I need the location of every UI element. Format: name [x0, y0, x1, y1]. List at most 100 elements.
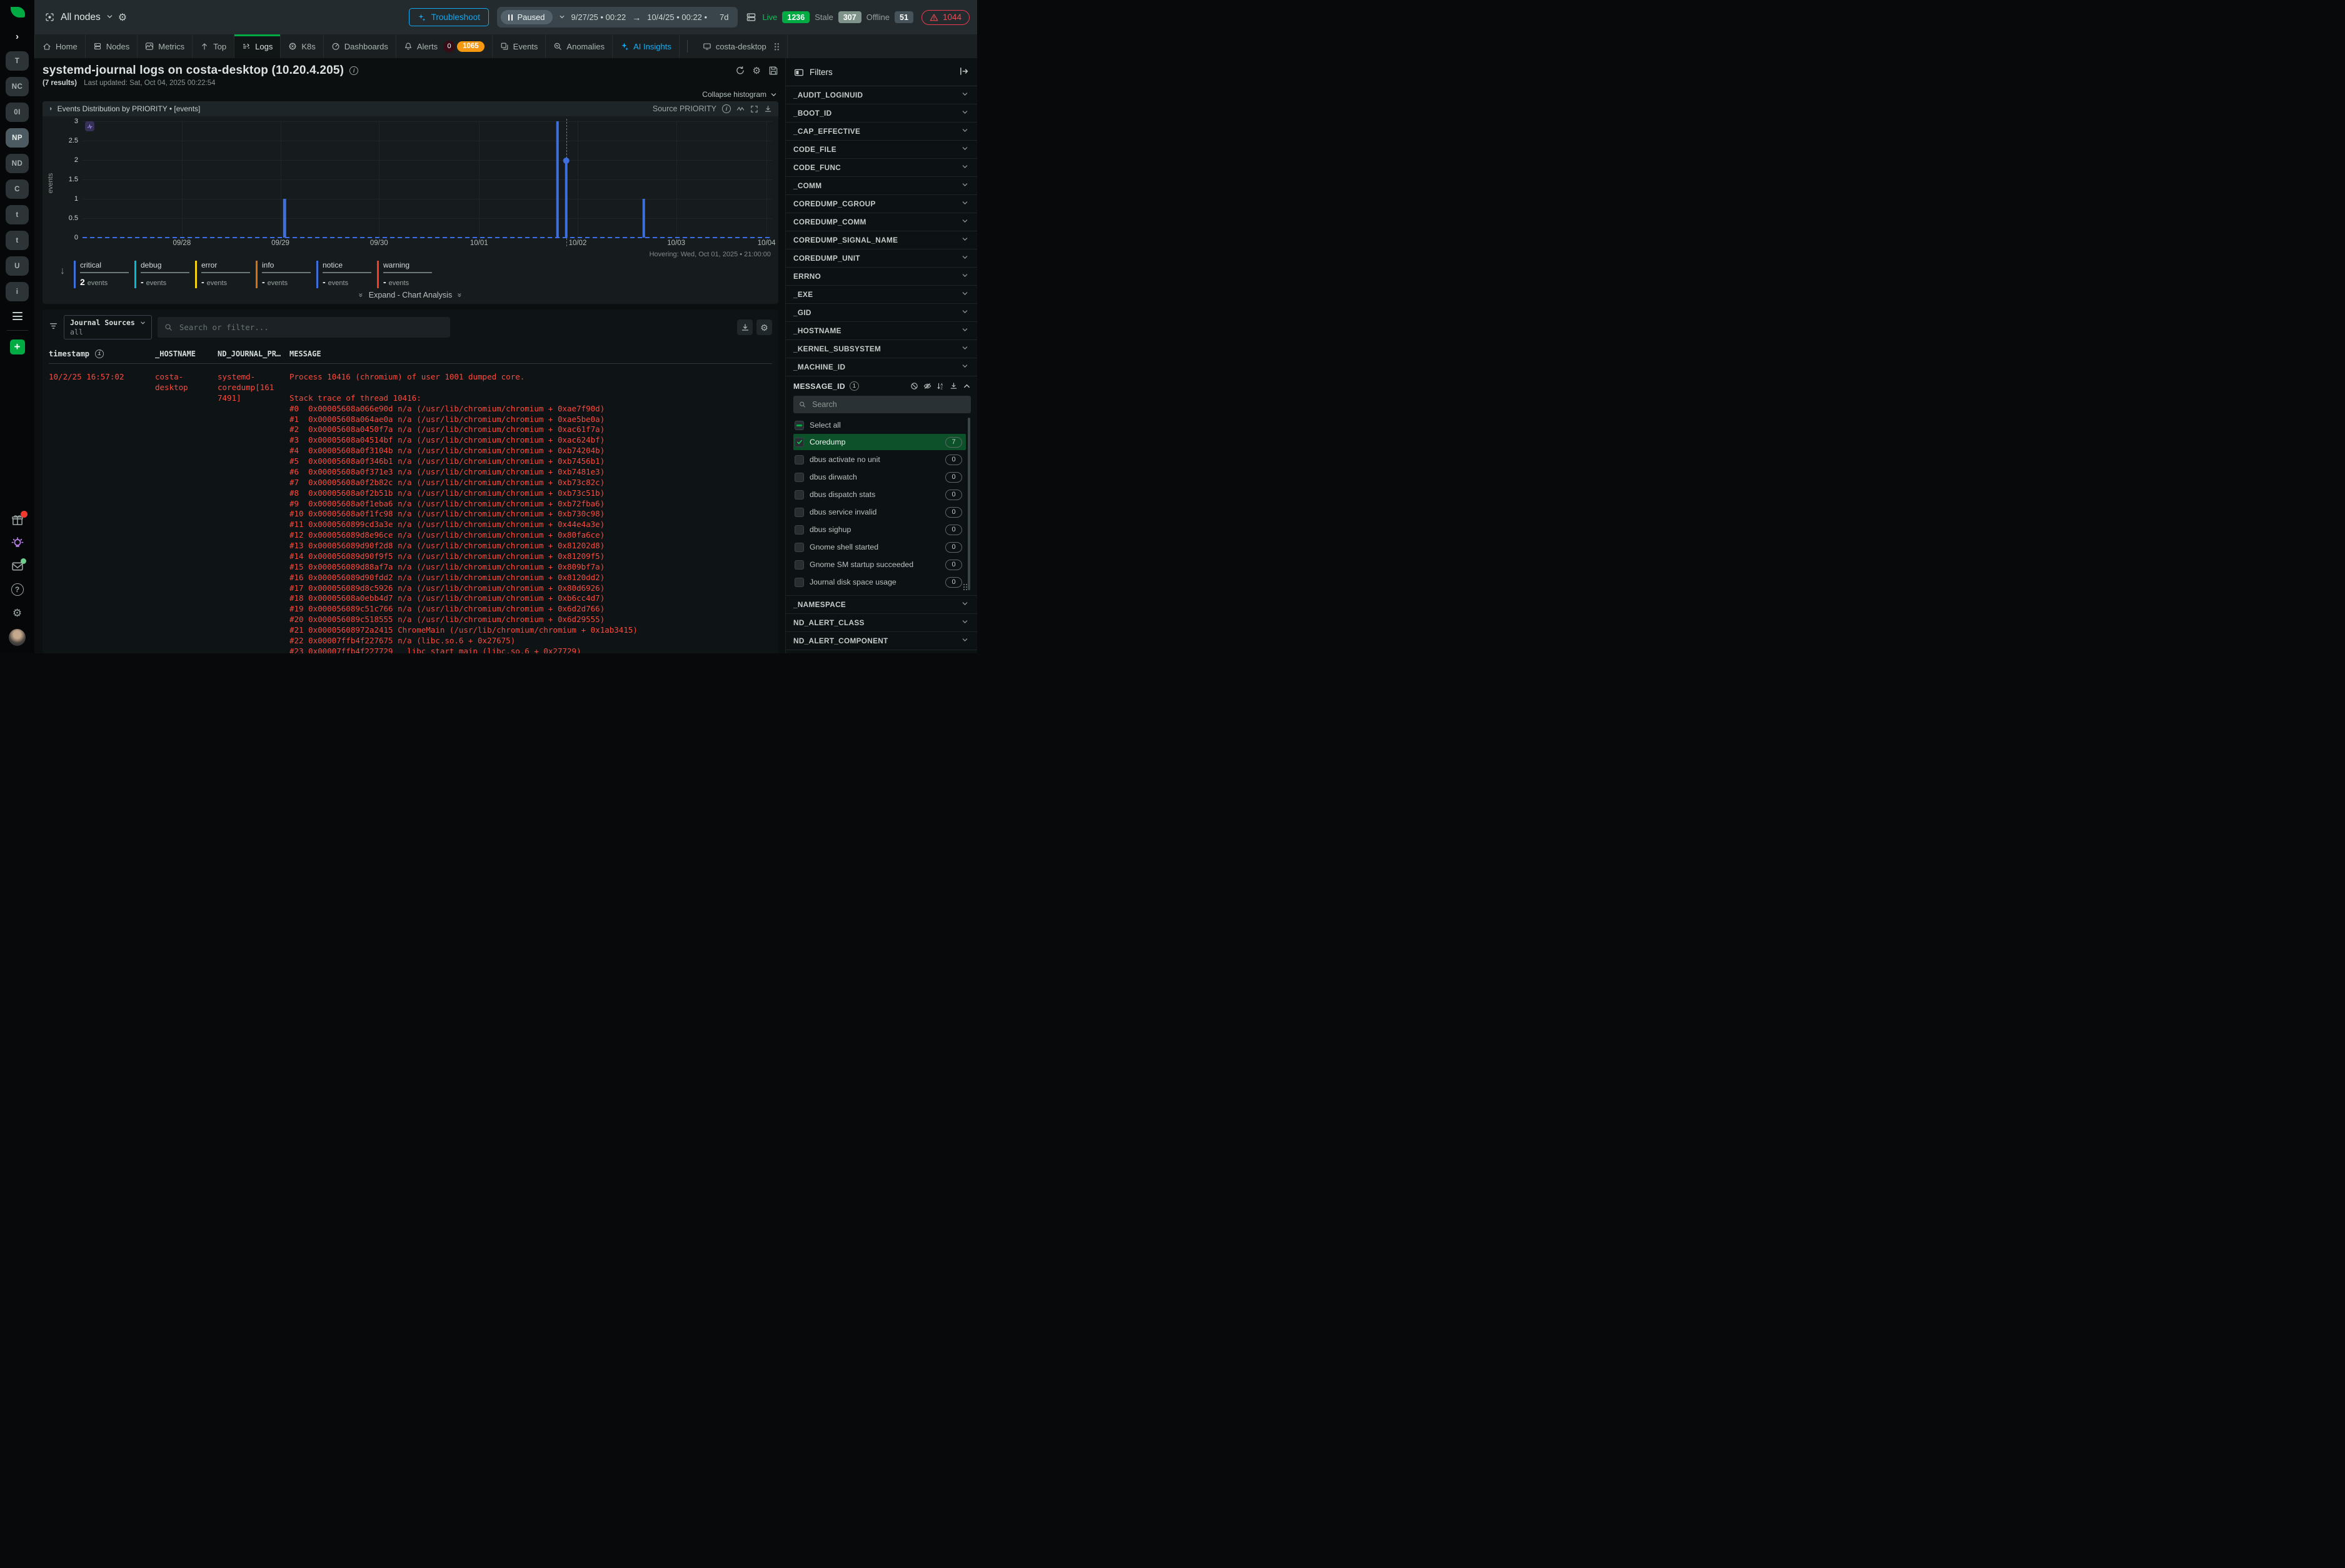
collapse-panel-icon[interactable]: [959, 66, 969, 78]
filter-option-dbus-dirwatch[interactable]: dbus dirwatch0: [793, 469, 966, 485]
filter-section-audit-loginuid[interactable]: _AUDIT_LOGINUID: [786, 86, 977, 104]
legend-item-info[interactable]: info-events: [256, 261, 316, 288]
tab-top[interactable]: Top: [193, 34, 234, 58]
troubleshoot-button[interactable]: Troubleshoot: [409, 8, 489, 26]
offline-count-badge[interactable]: 51: [895, 11, 913, 23]
filter-section-coredump-unit[interactable]: COREDUMP_UNIT: [786, 249, 977, 268]
column-header-journal-process[interactable]: ND_JOURNAL_PR…: [218, 349, 289, 358]
filter-section-coredump-signal-name[interactable]: COREDUMP_SIGNAL_NAME: [786, 231, 977, 249]
source-info-icon[interactable]: i: [722, 104, 731, 113]
legend-item-debug[interactable]: debug-events: [134, 261, 195, 288]
workspace-t-6[interactable]: t: [6, 205, 29, 224]
histogram-bar[interactable]: [565, 160, 568, 238]
chart-settings-gear-icon[interactable]: ⚙: [753, 66, 761, 76]
legend-item-error[interactable]: error-events: [195, 261, 256, 288]
filter-option-dbus-sighup[interactable]: dbus sighup0: [793, 521, 966, 538]
filter-section-errno[interactable]: ERRNO: [786, 268, 977, 286]
column-header-message[interactable]: MESSAGE: [289, 349, 772, 358]
add-space-button[interactable]: +: [10, 339, 25, 354]
legend-item-critical[interactable]: critical2events: [74, 261, 134, 288]
tab-k8s[interactable]: K8s: [281, 34, 323, 58]
export-download-button[interactable]: [737, 319, 753, 335]
scope-gear-icon[interactable]: ⚙: [118, 11, 127, 24]
filter-option-dbus-activate-no-unit[interactable]: dbus activate no unit0: [793, 451, 966, 468]
checkbox[interactable]: [795, 560, 804, 570]
filter-section-code-func[interactable]: CODE_FUNC: [786, 159, 977, 177]
tab-costa-desktop[interactable]: costa-desktop: [695, 34, 788, 58]
filter-section-nd-alert-name[interactable]: ND_ALERT_NAME: [786, 650, 977, 653]
tab-events[interactable]: Events: [493, 34, 546, 58]
checkbox[interactable]: [795, 525, 804, 535]
save-icon[interactable]: [768, 66, 778, 76]
user-avatar[interactable]: [9, 629, 26, 646]
download-icon[interactable]: [764, 105, 772, 113]
filter-section-coredump-cgroup[interactable]: COREDUMP_CGROUP: [786, 195, 977, 213]
filter-section-namespace[interactable]: _NAMESPACE: [786, 596, 977, 614]
list-scrollbar[interactable]: [968, 418, 970, 590]
workspace-nd-4[interactable]: ND: [6, 154, 29, 173]
timestamp-info-icon[interactable]: i: [95, 349, 104, 358]
title-info-icon[interactable]: i: [349, 66, 358, 75]
lightbulb-icon[interactable]: [11, 536, 24, 550]
checkbox[interactable]: [795, 473, 804, 482]
filter-section-machine-id[interactable]: _MACHINE_ID: [786, 358, 977, 376]
checkbox-indeterminate[interactable]: [795, 421, 804, 430]
filter-section-boot-id[interactable]: _BOOT_ID: [786, 104, 977, 123]
chart-plot[interactable]: [83, 121, 772, 238]
invite-mail-icon[interactable]: [11, 560, 24, 573]
node-scope-selector[interactable]: All nodes: [44, 12, 113, 23]
legend-sort-icon[interactable]: ↓: [60, 266, 65, 277]
download-icon[interactable]: [950, 382, 958, 390]
log-row[interactable]: 10/2/25 16:57:02 costa-desktop systemd-c…: [49, 364, 772, 653]
collapse-histogram-toggle[interactable]: Collapse histogram: [43, 90, 777, 99]
stale-count-badge[interactable]: 307: [838, 11, 861, 23]
hide-eye-off-icon[interactable]: [923, 382, 931, 390]
checkbox[interactable]: [795, 578, 804, 587]
filter-section-nd-alert-class[interactable]: ND_ALERT_CLASS: [786, 614, 977, 632]
netdata-logo-icon[interactable]: [9, 5, 26, 24]
filter-section-gid[interactable]: _GID: [786, 304, 977, 322]
chart-source-label[interactable]: Source PRIORITY: [653, 104, 716, 113]
sort-az-icon[interactable]: AZ: [936, 382, 945, 390]
workspace-u-8[interactable]: U: [6, 256, 29, 276]
tab-home[interactable]: Home: [34, 34, 86, 58]
filter-section-kernel-subsystem[interactable]: _KERNEL_SUBSYSTEM: [786, 340, 977, 358]
checkbox[interactable]: [795, 543, 804, 552]
filter-section-code-file[interactable]: CODE_FILE: [786, 141, 977, 159]
paused-pill[interactable]: Paused: [501, 10, 553, 24]
workspace-t-0[interactable]: T: [6, 51, 29, 71]
time-range-picker[interactable]: Paused 9/27/25 • 00:22 → 10/4/25 • 00:22…: [497, 7, 738, 28]
expand-rail-icon[interactable]: ›: [16, 31, 19, 42]
refresh-icon[interactable]: [735, 66, 745, 76]
filter-funnel-icon[interactable]: [49, 321, 58, 334]
legend-item-notice[interactable]: notice-events: [316, 261, 377, 288]
alerts-total-pill[interactable]: 1044: [921, 10, 970, 25]
workspace-c-5[interactable]: C: [6, 179, 29, 199]
drag-handle-icon[interactable]: [774, 43, 780, 51]
workspace-nc-1[interactable]: NC: [6, 77, 29, 96]
message-id-search-input[interactable]: [811, 400, 965, 410]
tab-logs[interactable]: Logs: [234, 34, 281, 58]
workspace-np-3[interactable]: NP: [6, 128, 29, 148]
tab-alerts[interactable]: Alerts01065: [396, 34, 493, 58]
filter-option-journal-disk-space-usage[interactable]: Journal disk space usage0: [793, 574, 966, 590]
filter-option-dbus-dispatch-stats[interactable]: dbus dispatch stats0: [793, 486, 966, 503]
tab-metrics[interactable]: Metrics: [138, 34, 193, 58]
filter-section-exe[interactable]: _EXE: [786, 286, 977, 304]
tab-ai-insights[interactable]: AI Insights: [613, 34, 680, 58]
workspace-0i-2[interactable]: 0I: [6, 103, 29, 122]
filter-option-coredump[interactable]: Coredump7: [793, 434, 966, 450]
filter-section-nd-alert-component[interactable]: ND_ALERT_COMPONENT: [786, 632, 977, 650]
checkbox[interactable]: [795, 490, 804, 500]
live-count-badge[interactable]: 1236: [782, 11, 810, 23]
filter-section-comm[interactable]: _COMM: [786, 177, 977, 195]
filter-section-hostname[interactable]: _HOSTNAME: [786, 322, 977, 340]
workspace-i-9[interactable]: i: [6, 282, 29, 301]
expand-chart-analysis[interactable]: » Expand - Chart Analysis »: [43, 289, 778, 304]
tab-nodes[interactable]: Nodes: [86, 34, 138, 58]
select-all-option[interactable]: Select all: [793, 418, 966, 433]
histogram-bar[interactable]: [556, 121, 560, 238]
column-header-hostname[interactable]: _HOSTNAME: [155, 349, 218, 358]
histogram-bar[interactable]: [283, 199, 286, 238]
gift-icon[interactable]: [11, 513, 24, 527]
